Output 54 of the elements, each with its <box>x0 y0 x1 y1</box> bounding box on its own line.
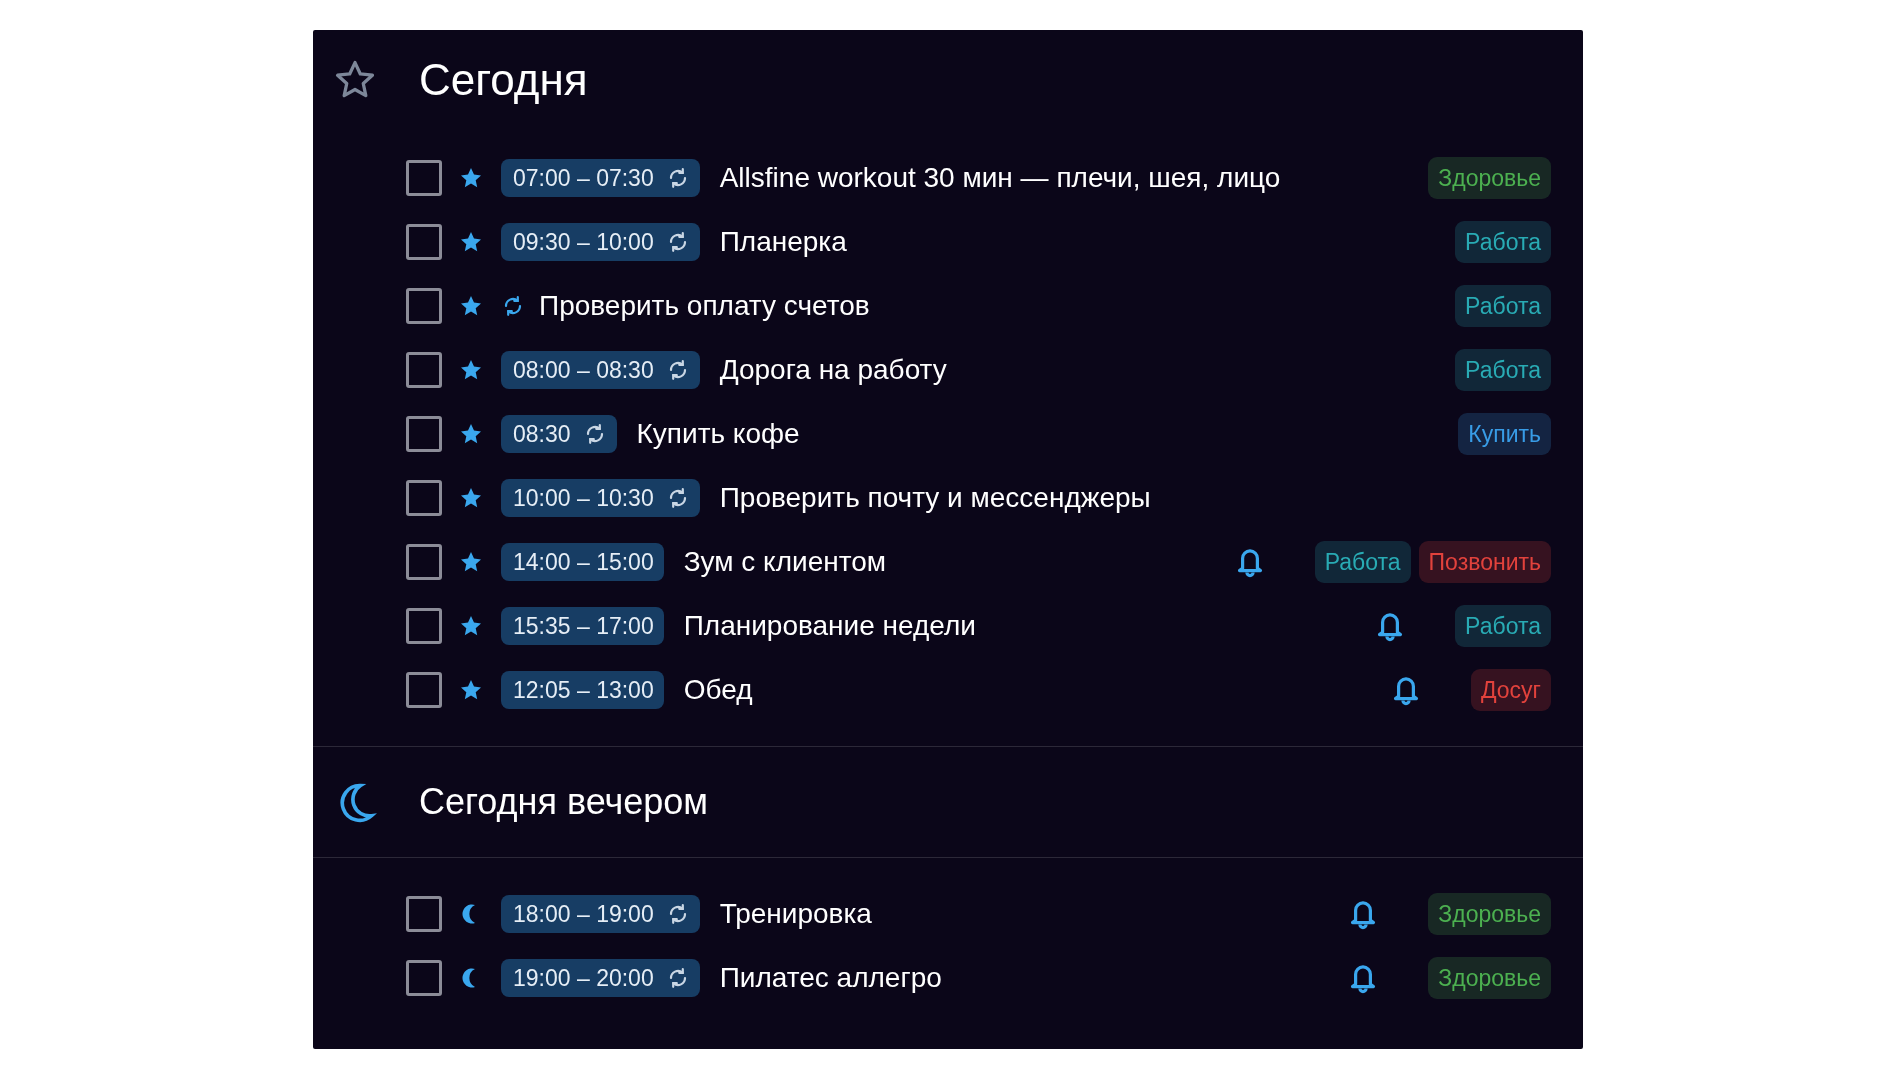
time-badge: 08:30 <box>501 415 617 453</box>
task-title: Купить кофе <box>636 417 800 451</box>
task-title: Зум с клиентом <box>683 545 886 579</box>
star-icon <box>459 422 483 446</box>
tag-label: Работа <box>1314 540 1411 584</box>
tag-label: Работа <box>1455 348 1551 392</box>
task-title: Allsfine workout 30 мин — плечи, шея, лицо <box>719 161 1281 195</box>
time-badge: 10:00 – 10:30 <box>501 479 700 517</box>
star-icon <box>459 486 483 510</box>
time-badge: 12:05 – 13:00 <box>501 671 664 709</box>
time-badge: 08:00 – 08:30 <box>501 351 700 389</box>
task-title: Пилатес аллегро <box>719 961 942 995</box>
time-badge: 09:30 – 10:00 <box>501 223 700 261</box>
star-icon <box>459 358 483 382</box>
section-title: Сегодня <box>419 58 588 102</box>
time-badge: 18:00 – 19:00 <box>501 895 700 933</box>
checkbox[interactable] <box>406 416 442 452</box>
tag-label: Здоровье <box>1428 156 1551 200</box>
star-icon <box>459 166 483 190</box>
checkbox[interactable] <box>406 160 442 196</box>
checkbox[interactable] <box>406 544 442 580</box>
task-title: Проверить почту и мессенджеры <box>719 481 1151 515</box>
task-title: Обед <box>683 673 753 707</box>
checkbox[interactable] <box>406 224 442 260</box>
time-badge: 14:00 – 15:00 <box>501 543 664 581</box>
star-icon <box>459 230 483 254</box>
task-title: Дорога на работу <box>719 353 947 387</box>
task-title: Планирование недели <box>683 609 976 643</box>
tag-label: Работа <box>1455 604 1551 648</box>
checkbox[interactable] <box>406 288 442 324</box>
tag-label: Работа <box>1455 220 1551 264</box>
tag-label: Работа <box>1455 284 1551 328</box>
checkbox[interactable] <box>406 608 442 644</box>
tag-label: Досуг <box>1471 668 1551 712</box>
checkbox[interactable] <box>406 960 442 996</box>
time-badge: 15:35 – 17:00 <box>501 607 664 645</box>
tag-label: Позвонить <box>1418 540 1551 584</box>
checkbox[interactable] <box>406 896 442 932</box>
tag-label: Здоровье <box>1428 956 1551 1000</box>
task-title: Проверить оплату счетов <box>539 289 870 323</box>
section-title: Сегодня вечером <box>419 784 709 820</box>
checkbox[interactable] <box>406 352 442 388</box>
star-icon <box>459 678 483 702</box>
checkbox[interactable] <box>406 672 442 708</box>
star-icon <box>459 550 483 574</box>
tag-label: Здоровье <box>1428 892 1551 936</box>
tag-label: Купить <box>1458 412 1551 456</box>
star-icon <box>459 294 483 318</box>
time-badge: 07:00 – 07:30 <box>501 159 700 197</box>
star-icon <box>459 614 483 638</box>
checkbox[interactable] <box>406 480 442 516</box>
task-title: Тренировка <box>719 897 872 931</box>
task-title: Планерка <box>719 225 847 259</box>
time-badge: 19:00 – 20:00 <box>501 959 700 997</box>
